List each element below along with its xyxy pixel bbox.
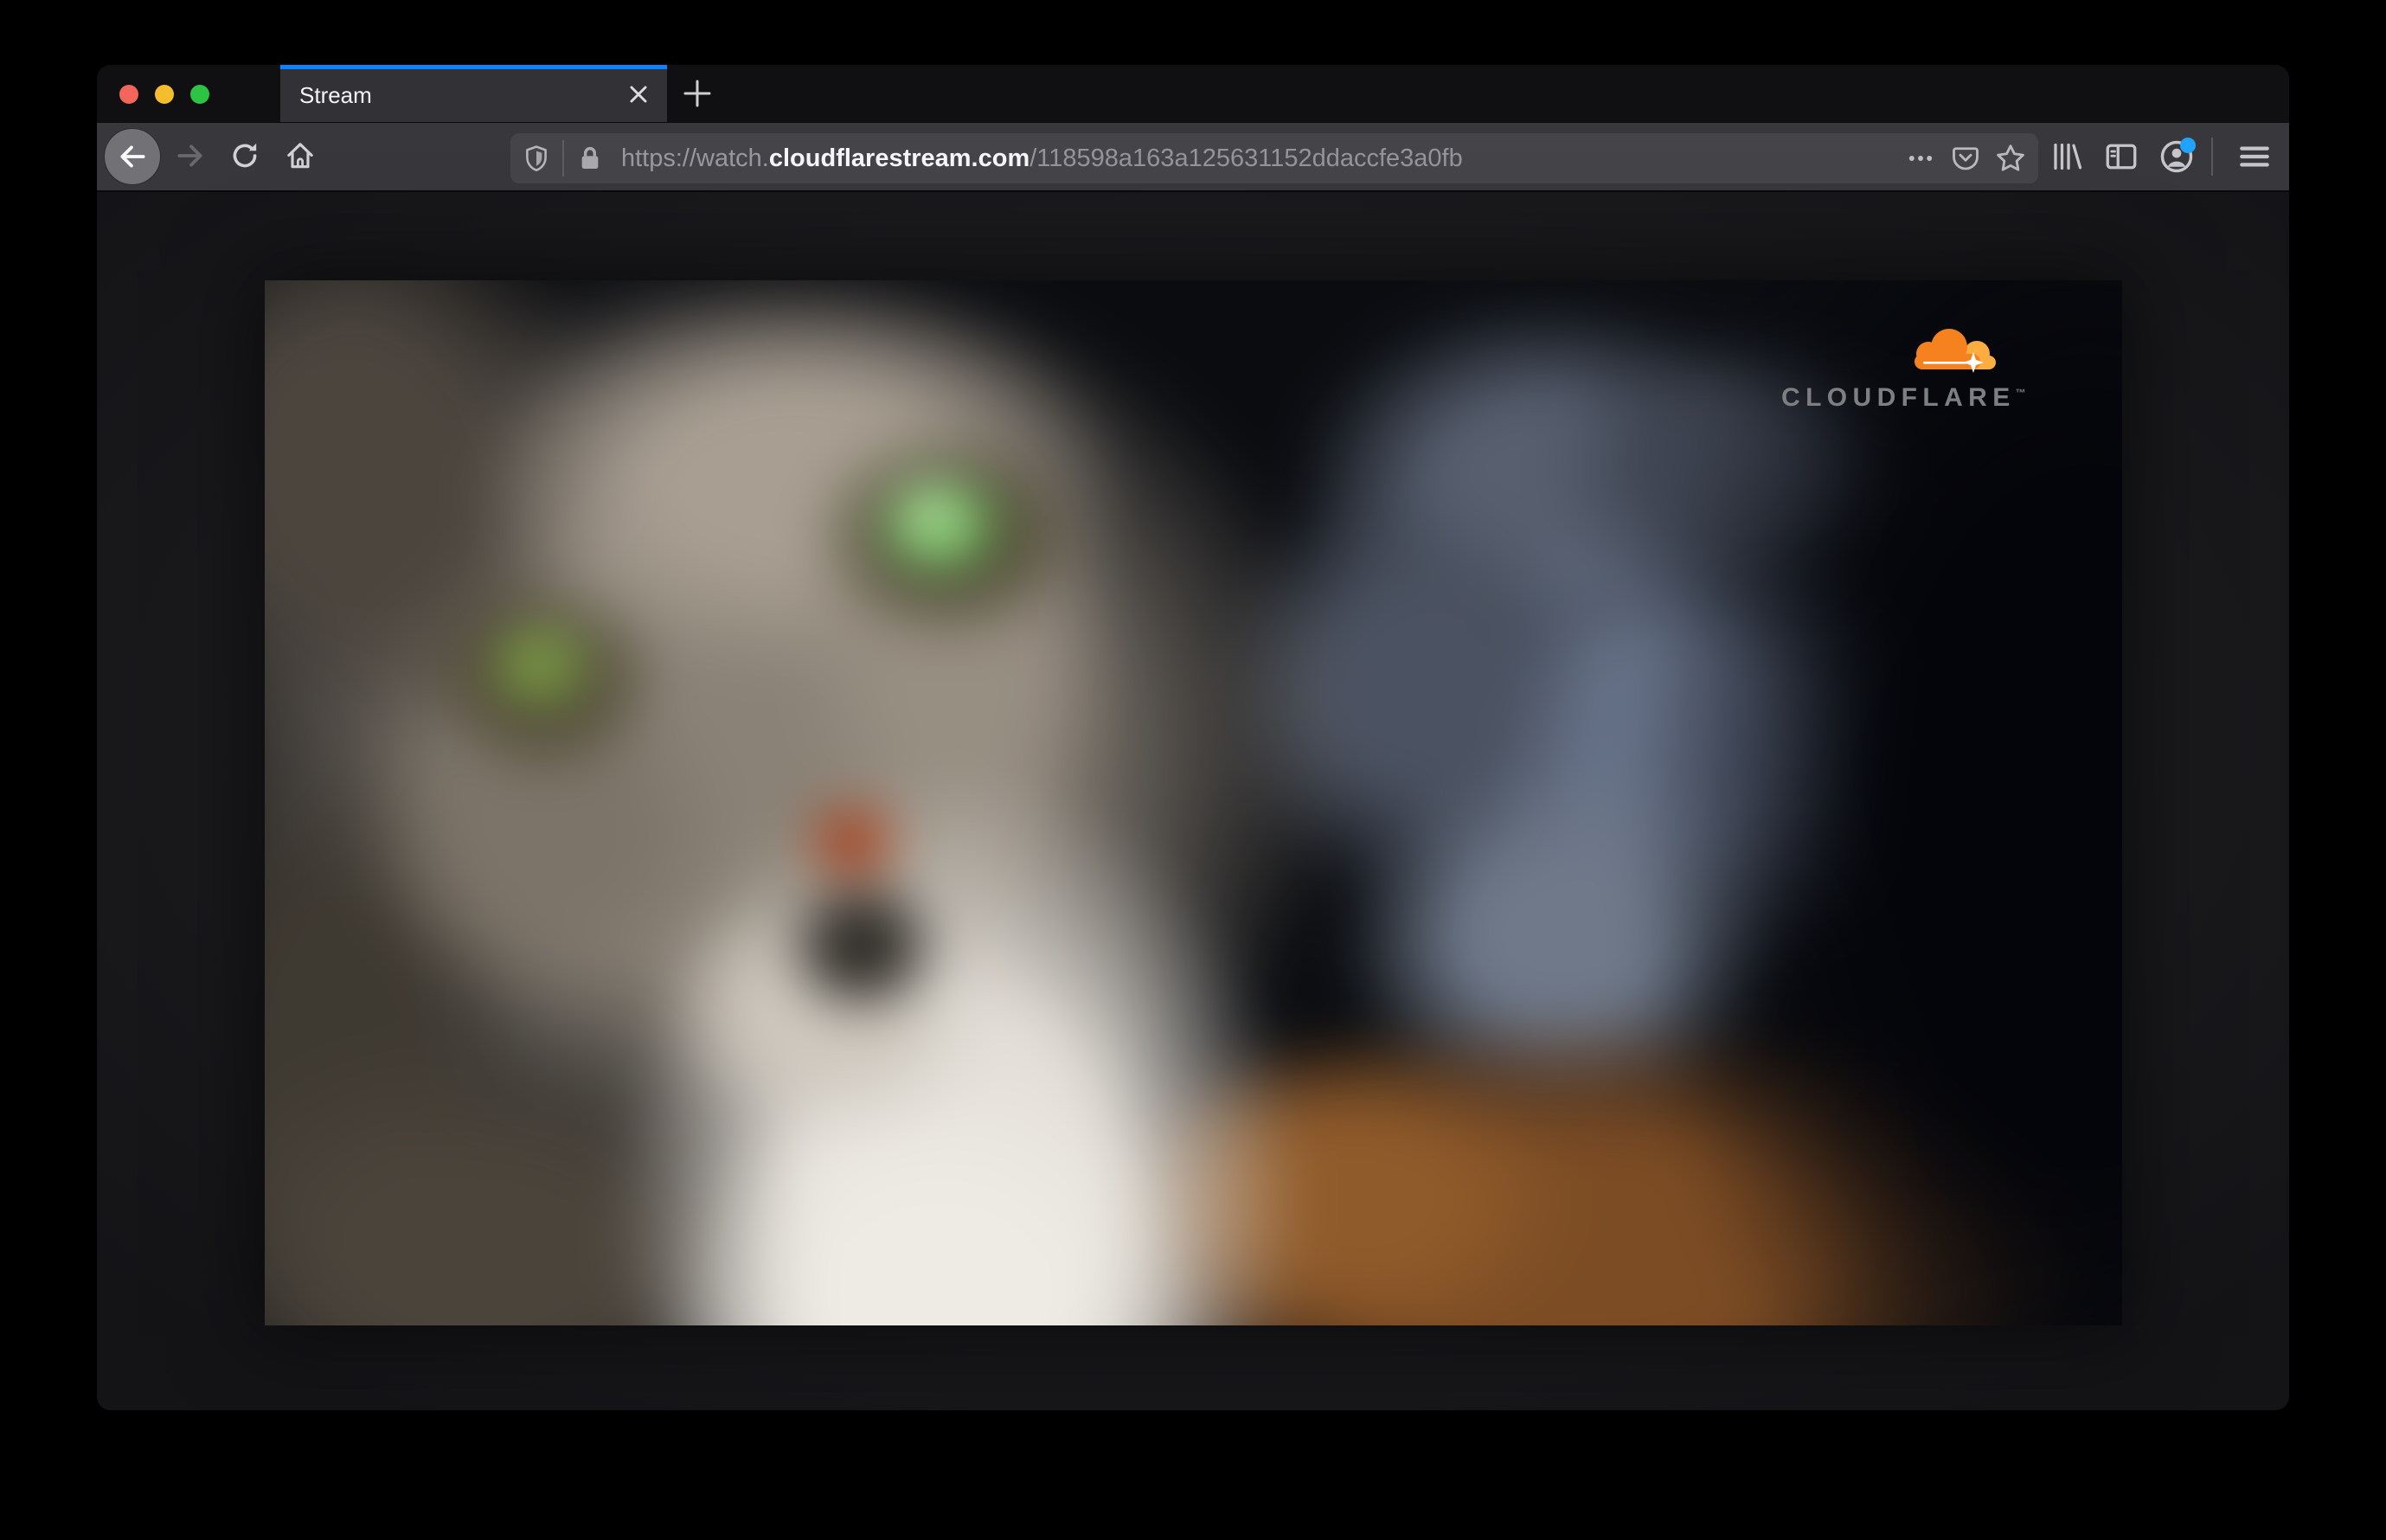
tab-stream[interactable]: Stream (280, 65, 667, 122)
window-controls (119, 85, 209, 104)
video-poster-blurry-cat (265, 280, 2122, 1325)
close-window-button[interactable] (119, 85, 138, 104)
page-actions-icon[interactable] (1902, 139, 1940, 177)
pocket-icon[interactable] (1947, 139, 1985, 177)
bookmark-star-icon[interactable] (1992, 139, 2030, 177)
close-tab-icon[interactable] (626, 82, 651, 106)
new-tab-button[interactable] (673, 78, 722, 109)
cloudflare-cloud-icon (1915, 329, 1996, 373)
tab-title: Stream (299, 82, 372, 108)
account-icon[interactable] (2152, 132, 2201, 181)
back-button[interactable] (104, 128, 161, 185)
tab-bar: Stream (97, 65, 2289, 122)
url-bar[interactable]: https://watch.cloudflarestream.com/11859… (510, 133, 2038, 183)
cloudflare-brand-text: CLOUDFLARE™ (1781, 383, 2026, 412)
forward-button[interactable] (173, 138, 208, 173)
scene-blob (1632, 280, 2122, 1325)
video-player[interactable]: CLOUDFLARE™ (265, 280, 2122, 1325)
home-button[interactable] (283, 138, 317, 173)
browser-window: Stream https://watch.cloudflarestream.co… (97, 65, 2289, 1410)
home-icon (284, 139, 317, 172)
tracking-protection-shield-icon[interactable] (519, 141, 554, 176)
page-content: CLOUDFLARE™ (97, 192, 2289, 1410)
screenshot-root: Stream https://watch.cloudflarestream.co… (0, 0, 2386, 1540)
reload-button[interactable] (228, 138, 262, 173)
trademark-mark: ™ (2015, 387, 2026, 399)
forward-arrow-icon (174, 139, 207, 172)
minimize-window-button[interactable] (155, 85, 174, 104)
https-lock-icon[interactable] (573, 141, 607, 176)
toolbar-right-cluster (2035, 123, 2289, 190)
url-bar-divider (562, 140, 564, 176)
cloudflare-logo: CLOUDFLARE™ (1781, 324, 2026, 413)
url-protocol-subdomain: https://watch. (621, 144, 769, 172)
menu-hamburger-icon[interactable] (2230, 132, 2279, 181)
library-icon[interactable] (2042, 132, 2090, 181)
plus-icon (682, 78, 713, 109)
scene-blob (779, 873, 944, 1020)
notification-dot (2180, 138, 2196, 153)
scene-blob (800, 799, 904, 885)
reload-icon (228, 139, 261, 172)
back-arrow-icon (116, 140, 149, 173)
toolbar-divider (2211, 138, 2213, 176)
zoom-window-button[interactable] (190, 85, 209, 104)
scene-blob (896, 484, 965, 544)
url-domain: cloudflarestream.com (768, 144, 1030, 172)
scene-blob (479, 616, 600, 715)
sidebar-toggle-icon[interactable] (2097, 132, 2145, 181)
url-text: https://watch.cloudflarestream.com/11859… (621, 144, 1463, 173)
navigation-toolbar: https://watch.cloudflarestream.com/11859… (97, 122, 2289, 192)
url-path: /118598a163a125631152ddaccfe3a0fb (1029, 144, 1463, 172)
